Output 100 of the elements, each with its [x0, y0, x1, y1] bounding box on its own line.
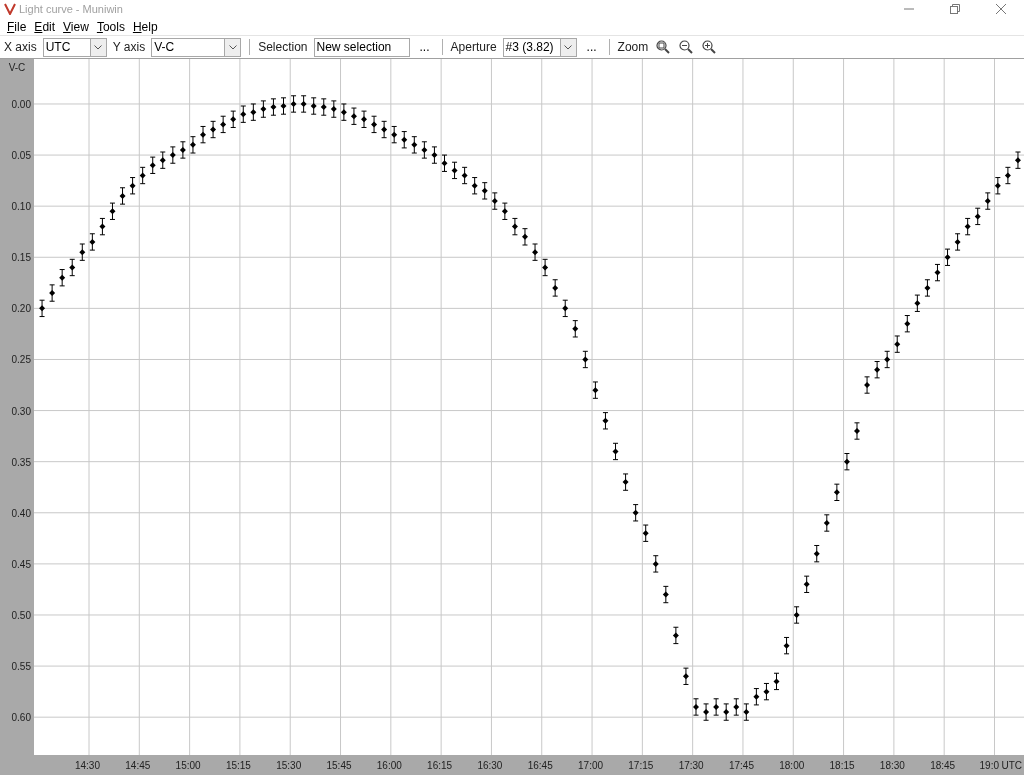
data-point [59, 269, 66, 287]
more-button[interactable]: ... [582, 38, 601, 56]
y-tick-label: 0.45 [11, 558, 31, 570]
dropdown[interactable]: V-C [151, 37, 242, 57]
data-point [773, 672, 780, 691]
data-point [843, 453, 850, 471]
caret-icon [94, 44, 103, 50]
data-point [884, 350, 891, 369]
zoom-out-button[interactable] [677, 38, 695, 56]
x-tick-label: 17:30 [678, 760, 704, 771]
toolbar-label: Selection [258, 39, 308, 56]
data-point [763, 682, 770, 701]
data-point [864, 376, 871, 394]
data-point [522, 228, 528, 246]
data-point [743, 703, 750, 721]
data-point [240, 105, 247, 123]
data-point [491, 192, 498, 210]
data-point [39, 299, 46, 318]
data-point [783, 636, 790, 655]
data-point [753, 688, 760, 706]
zoom-out-icon [678, 40, 693, 54]
data-point [572, 320, 579, 338]
x-tick-label: 18:30 [879, 760, 905, 771]
data-point [330, 100, 337, 118]
zoom-in-button[interactable] [700, 38, 718, 56]
data-point [994, 177, 1001, 195]
data-point [813, 545, 820, 563]
zoom-fit-button[interactable] [654, 38, 672, 56]
dropdown[interactable]: #3 (3.82) [502, 37, 577, 57]
x-tick-label: 15:00 [175, 760, 201, 771]
caret-icon [564, 44, 573, 50]
window-title: Light curve - Muniwin [19, 1, 123, 17]
data-point [210, 120, 217, 139]
data-point [451, 161, 458, 180]
data-point [371, 115, 378, 134]
x-tick-label: 17:00 [578, 760, 604, 771]
restore-icon [950, 4, 960, 14]
menu-item[interactable]: Tools [92, 17, 129, 36]
menu-item[interactable]: Help [128, 17, 162, 36]
data-point [320, 98, 327, 116]
x-tick-label: 17:45 [728, 760, 754, 771]
x-tick-label: 16:00 [376, 760, 402, 771]
data-point [200, 125, 206, 144]
y-tick-label: 0.60 [11, 712, 31, 724]
y-tick-label: 0.15 [11, 252, 31, 264]
data-point [361, 110, 367, 128]
menu-item[interactable]: View [59, 17, 93, 36]
data-point [481, 182, 488, 200]
data-point [914, 294, 921, 312]
caret-icon [228, 44, 237, 50]
app-logo-icon [4, 3, 16, 15]
selection-field[interactable]: New selection [313, 37, 410, 57]
y-tick-label: 0.00 [11, 98, 31, 110]
x-tick-label: 19:0 [979, 760, 999, 771]
data-point [300, 95, 307, 113]
data-point [793, 606, 800, 624]
data-point [894, 335, 901, 353]
data-point [260, 100, 267, 118]
toolbar-label: Zoom [617, 39, 649, 56]
dropdown[interactable]: UTC [42, 37, 107, 57]
menu-item[interactable]: File [3, 17, 31, 36]
data-point [703, 703, 710, 721]
data-point [49, 284, 56, 302]
data-point [823, 514, 830, 532]
data-point [924, 279, 931, 297]
data-point [119, 187, 126, 205]
menu-item[interactable]: Edit [30, 17, 60, 36]
data-point [461, 166, 468, 185]
data-point [672, 626, 679, 645]
x-tick-label: 17:15 [628, 760, 654, 771]
zoom-fit-icon [655, 40, 670, 54]
data-point [944, 248, 951, 266]
data-point [290, 95, 297, 113]
toolbar-label: X axis [4, 39, 37, 56]
data-point [622, 473, 629, 491]
data-point [803, 575, 810, 593]
data-point [179, 141, 186, 159]
more-button[interactable]: ... [415, 38, 434, 56]
data-point [723, 703, 730, 721]
data-point [109, 202, 116, 220]
y-tick-label: 0.10 [11, 201, 31, 213]
data-point [501, 202, 508, 220]
data-point [189, 136, 196, 154]
x-tick-label: 15:15 [225, 760, 251, 771]
data-point [582, 350, 589, 369]
data-point [592, 381, 599, 399]
x-tick-label: 14:45 [125, 760, 151, 771]
y-tick-label: 0.30 [11, 405, 31, 417]
data-point [833, 483, 840, 501]
data-point [693, 698, 699, 716]
data-point [964, 217, 971, 236]
data-point [532, 243, 539, 261]
data-point [904, 315, 911, 333]
data-point [139, 166, 146, 185]
x-tick-label: 18:15 [829, 760, 855, 771]
x-axis-title: UTC [1001, 760, 1022, 771]
data-point [662, 585, 669, 604]
data-point [149, 156, 156, 174]
data-point [1004, 166, 1011, 185]
data-point [974, 207, 981, 226]
